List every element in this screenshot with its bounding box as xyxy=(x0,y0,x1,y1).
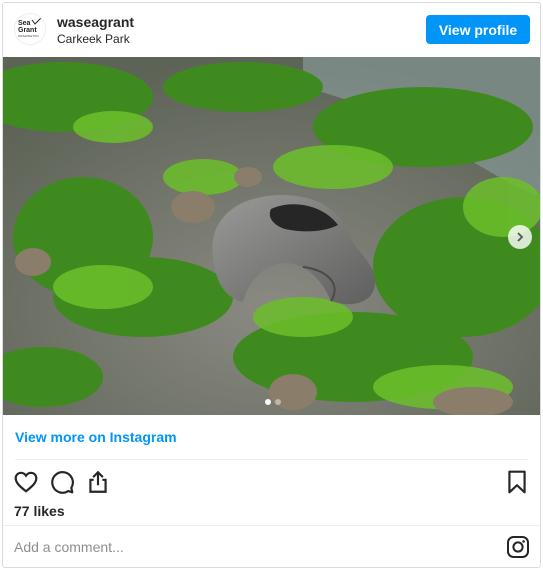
action-bar xyxy=(3,469,540,497)
view-profile-button[interactable]: View profile xyxy=(426,15,530,44)
share-icon[interactable] xyxy=(85,469,111,495)
svg-text:Sea: Sea xyxy=(18,20,31,27)
divider xyxy=(15,459,528,460)
svg-text:WASHINGTON: WASHINGTON xyxy=(18,34,39,38)
carousel-dot-1 xyxy=(264,399,271,405)
carousel-next-button[interactable] xyxy=(508,225,532,249)
likes-count[interactable]: 77 likes xyxy=(14,503,65,519)
avatar[interactable]: Sea Grant WASHINGTON xyxy=(14,13,46,45)
moon-snail-shell-photo xyxy=(3,57,540,415)
instagram-embed: Sea Grant WASHINGTON waseagrant Carkeek … xyxy=(2,2,541,568)
divider xyxy=(3,525,540,526)
username[interactable]: waseagrant xyxy=(57,14,134,30)
view-more-link[interactable]: View more on Instagram xyxy=(15,429,177,445)
chevron-right-icon xyxy=(517,232,524,242)
post-header: Sea Grant WASHINGTON waseagrant Carkeek … xyxy=(3,3,540,57)
heart-icon[interactable] xyxy=(13,469,39,495)
carousel-dots xyxy=(3,399,540,405)
add-comment-input[interactable]: Add a comment... xyxy=(14,539,124,555)
svg-text:Grant: Grant xyxy=(18,27,37,34)
sea-grant-logo-icon: Sea Grant WASHINGTON xyxy=(18,17,42,38)
instagram-icon[interactable] xyxy=(506,535,530,559)
post-photo[interactable] xyxy=(3,57,540,415)
location[interactable]: Carkeek Park xyxy=(57,32,130,46)
comment-icon[interactable] xyxy=(49,469,75,495)
carousel-dot-2 xyxy=(274,399,281,405)
bookmark-icon[interactable] xyxy=(504,469,530,495)
